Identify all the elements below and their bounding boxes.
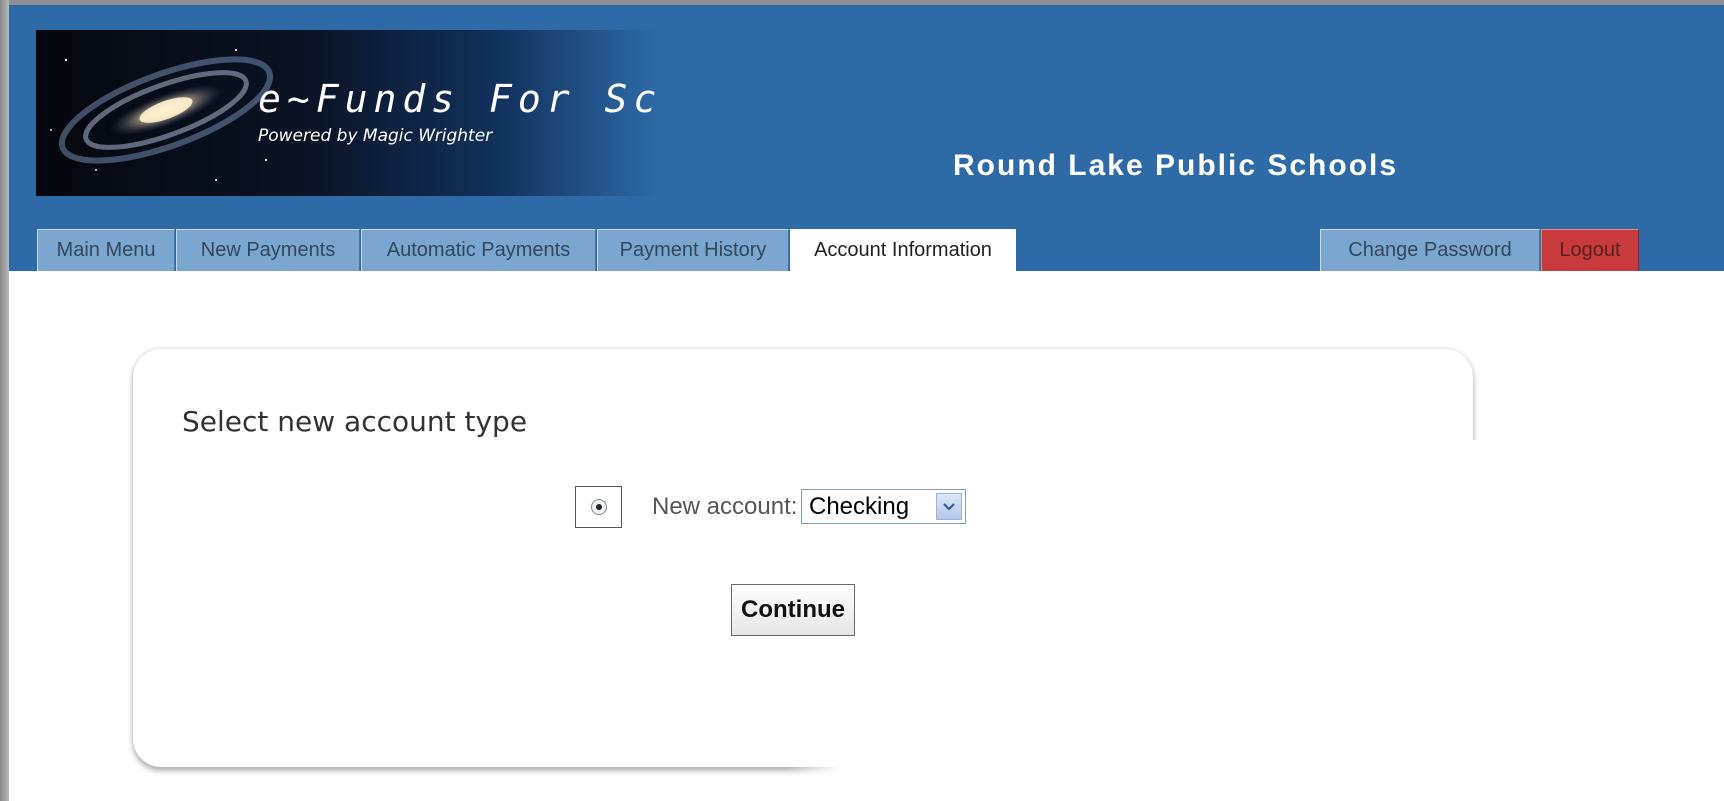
window-frame-left (0, 0, 9, 801)
new-account-label: New account: (652, 493, 798, 520)
radio-container (575, 486, 622, 528)
tab-account-information[interactable]: Account Information (790, 229, 1016, 271)
tab-new-payments[interactable]: New Payments (176, 229, 360, 271)
galaxy-image (50, 49, 274, 181)
app-title: e~Funds For Schools (258, 77, 656, 121)
radio-selected-dot (595, 504, 602, 510)
district-name: Round Lake Public Schools (953, 149, 1399, 182)
select-value: Checking (809, 493, 910, 520)
tab-payment-history[interactable]: Payment History (597, 229, 789, 271)
logout-button[interactable]: Logout (1541, 229, 1639, 271)
account-type-select[interactable]: Checking (801, 489, 966, 524)
change-password-button[interactable]: Change Password (1320, 229, 1540, 271)
tab-automatic-payments[interactable]: Automatic Payments (361, 229, 596, 271)
app-subtitle: Powered by Magic Wrighter (258, 126, 493, 146)
chevron-down-icon[interactable] (936, 493, 962, 520)
logo-banner: e~Funds For Schools Powered by Magic Wri… (36, 30, 656, 196)
continue-button[interactable]: Continue (731, 584, 855, 636)
panel-title: Select new account type (182, 405, 528, 438)
new-account-radio[interactable] (590, 499, 607, 515)
tab-main-menu[interactable]: Main Menu (37, 229, 175, 271)
